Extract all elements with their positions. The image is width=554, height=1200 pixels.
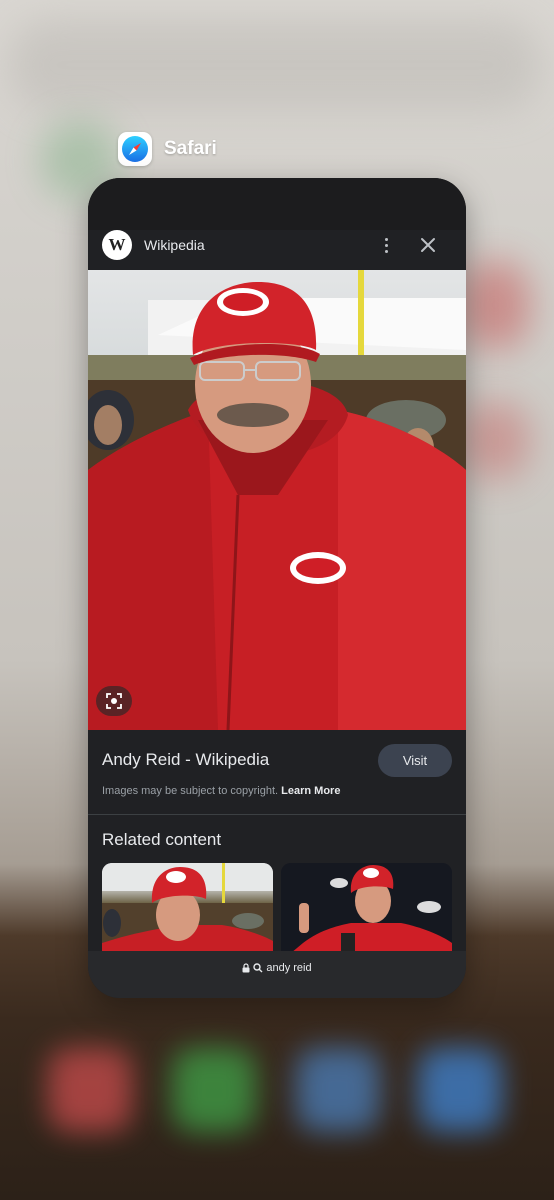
url-bar[interactable]: andy reid <box>88 951 466 998</box>
copyright-text: Images may be subject to copyright. <box>102 785 279 797</box>
app-name: Safari <box>164 138 217 159</box>
wikipedia-logo-icon: W <box>102 230 132 260</box>
related-thumbnail[interactable] <box>281 863 452 953</box>
close-icon[interactable] <box>416 233 440 257</box>
related-thumbnail[interactable] <box>102 863 273 953</box>
lens-icon[interactable] <box>96 686 132 716</box>
search-query: andy reid <box>266 962 312 974</box>
card-top-bar <box>88 178 466 230</box>
visit-button[interactable]: Visit <box>378 744 452 777</box>
related-content-heading: Related content <box>102 830 222 849</box>
page-title[interactable]: Andy Reid - Wikipedia <box>102 750 269 770</box>
safari-app-card[interactable]: W Wikipedia Andy Reid - Wikipedia Visit … <box>88 178 466 998</box>
copyright-notice: Images may be subject to copyright. Lear… <box>102 785 340 797</box>
site-header: W Wikipedia <box>88 230 466 270</box>
more-vert-icon[interactable] <box>376 232 396 258</box>
site-name: Wikipedia <box>144 237 205 253</box>
hero-image[interactable] <box>88 270 466 730</box>
app-switcher-label[interactable]: Safari <box>118 132 217 166</box>
result-title-row: Andy Reid - Wikipedia Visit <box>88 738 466 788</box>
lock-icon <box>242 963 250 973</box>
compass-icon <box>118 132 152 166</box>
search-icon <box>253 963 263 973</box>
learn-more-link[interactable]: Learn More <box>281 785 340 797</box>
divider <box>88 814 466 815</box>
